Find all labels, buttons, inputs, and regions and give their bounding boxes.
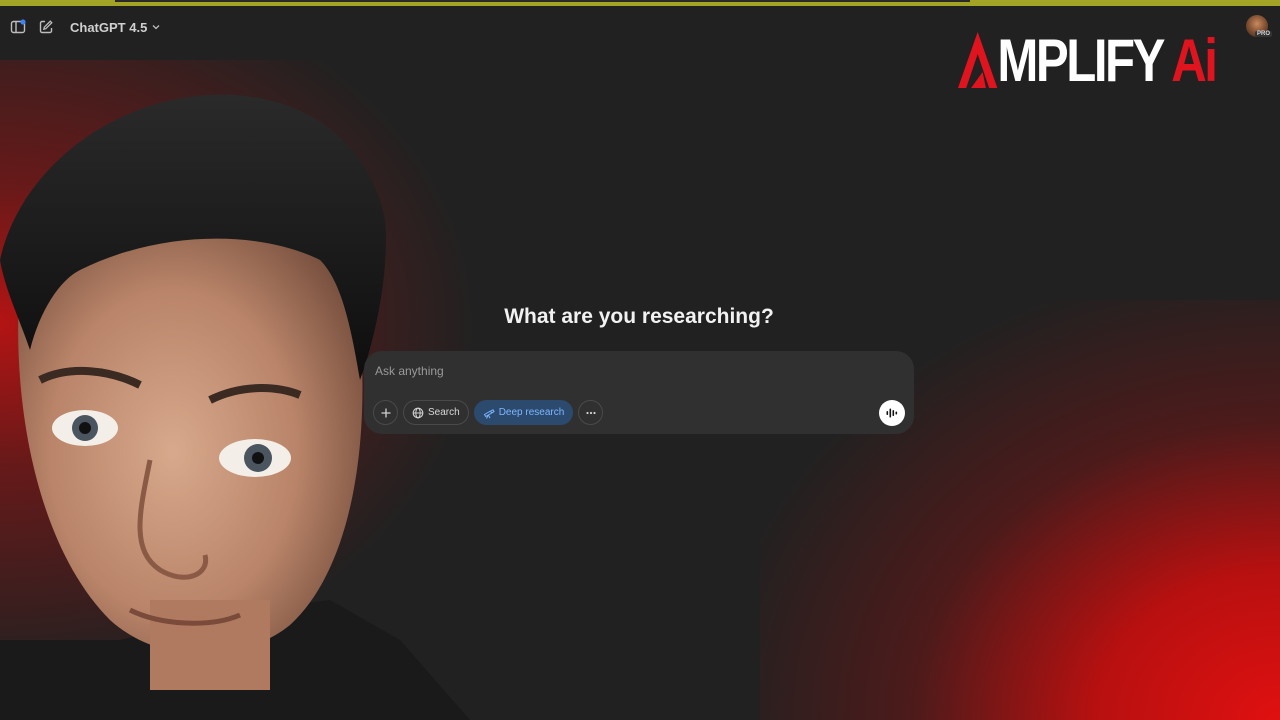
- new-chat-button[interactable]: [36, 17, 56, 37]
- composer-toolbar: Search Deep research: [373, 400, 604, 425]
- search-button-label: Search: [428, 407, 460, 418]
- page-title: What are you researching?: [504, 305, 774, 328]
- logo-text-main: MPLIFY: [997, 26, 1165, 94]
- composer: Search Deep research: [364, 351, 914, 434]
- pro-badge: PRO: [1254, 31, 1272, 37]
- top-strip: [0, 0, 1280, 6]
- attach-button[interactable]: [373, 400, 398, 425]
- sidebar-toggle-icon: [10, 19, 26, 34]
- voice-mode-button[interactable]: [879, 400, 905, 426]
- amplify-ai-logo: MPLIFY Ai: [958, 26, 1228, 94]
- deep-research-button[interactable]: Deep research: [473, 400, 574, 425]
- more-dots-icon: [586, 411, 596, 414]
- plus-icon: [381, 408, 390, 417]
- new-chat-icon: [39, 20, 53, 34]
- chevron-down-icon: [152, 25, 160, 30]
- logo-a-mark-icon: [958, 32, 998, 88]
- more-tools-button[interactable]: [578, 400, 604, 425]
- voice-waveform-icon: [886, 408, 898, 418]
- globe-icon: [412, 407, 424, 418]
- search-button[interactable]: Search: [403, 400, 469, 425]
- sidebar-toggle-button[interactable]: [8, 17, 28, 37]
- model-selector[interactable]: ChatGPT 4.5: [70, 20, 161, 35]
- model-name: ChatGPT 4.5: [70, 19, 148, 35]
- prompt-input[interactable]: [375, 361, 875, 381]
- deep-research-label: Deep research: [498, 407, 565, 418]
- telescope-icon: [483, 408, 495, 419]
- logo-text-accent: Ai: [1171, 26, 1218, 94]
